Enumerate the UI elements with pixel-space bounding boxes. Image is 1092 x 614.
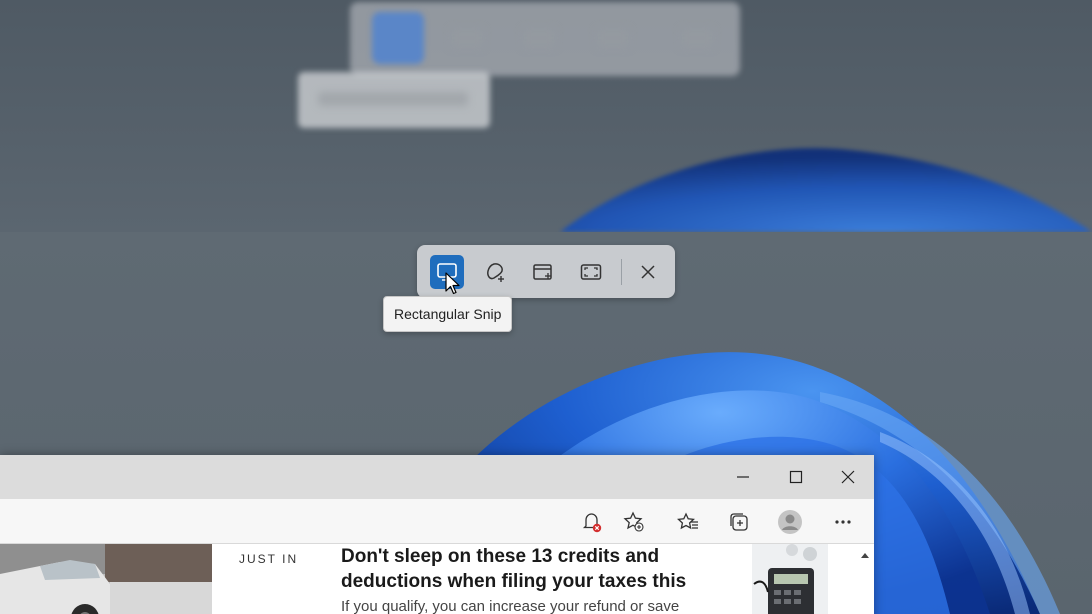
toolbar-separator — [621, 259, 622, 285]
article-headline[interactable]: Don't sleep on these 13 credits and dedu… — [341, 544, 741, 594]
scroll-up-arrow-icon — [861, 553, 869, 558]
minimize-button[interactable] — [729, 465, 757, 489]
more-button[interactable] — [828, 507, 858, 537]
notification-bell-icon — [582, 513, 602, 533]
scroll-up-button[interactable] — [858, 548, 872, 562]
add-favorite-button[interactable] — [619, 507, 649, 537]
favorites-button[interactable] — [673, 507, 703, 537]
close-icon — [641, 265, 655, 279]
profile-button[interactable] — [775, 507, 805, 537]
article-tag: JUST IN — [239, 552, 299, 566]
calculator-image[interactable] — [752, 544, 828, 614]
more-icon — [835, 520, 851, 524]
fullscreen-snip-button[interactable] — [574, 255, 608, 289]
favorites-icon — [677, 512, 698, 530]
blurred-icon — [596, 28, 630, 48]
screenshot: Rectangular Snip JUST IN Don't sleep on … — [0, 0, 1092, 614]
window-snip-button[interactable] — [526, 255, 560, 289]
blurred-tooltip-text — [318, 92, 468, 106]
article-thumbnail[interactable] — [0, 544, 212, 614]
browser-toolbar — [0, 499, 874, 544]
article-summary: If you qualify, you can increase your re… — [341, 598, 680, 614]
browser-window: JUST IN Don't sleep on these 13 credits … — [0, 455, 874, 614]
blurred-icon — [450, 28, 484, 48]
notifications-button[interactable] — [577, 507, 607, 537]
rectangular-snip-tooltip: Rectangular Snip — [383, 296, 513, 332]
mouse-cursor-icon — [445, 272, 460, 295]
freeform-snip-button[interactable] — [478, 255, 512, 289]
blurred-icon — [522, 28, 556, 48]
blurred-icon — [680, 28, 714, 48]
blurred-active-button — [372, 12, 424, 64]
maximize-button[interactable] — [782, 465, 810, 489]
close-snip-button[interactable] — [631, 255, 665, 289]
profile-icon — [778, 510, 802, 534]
calculator-photo-image — [752, 544, 828, 614]
fullscreen-snip-icon — [580, 264, 602, 280]
blurred-preview — [0, 0, 1092, 232]
add-favorite-icon — [623, 511, 644, 532]
window-snip-icon — [533, 264, 552, 280]
maximize-icon — [789, 470, 803, 484]
collections-icon — [730, 513, 748, 531]
collections-button[interactable] — [724, 507, 754, 537]
window-close-button[interactable] — [834, 465, 862, 489]
close-icon — [841, 470, 855, 484]
car-photo-image — [0, 544, 212, 614]
minimize-icon — [737, 476, 749, 478]
page-content: JUST IN Don't sleep on these 13 credits … — [0, 544, 874, 614]
browser-titlebar — [0, 455, 874, 499]
freeform-snip-icon — [487, 263, 504, 282]
